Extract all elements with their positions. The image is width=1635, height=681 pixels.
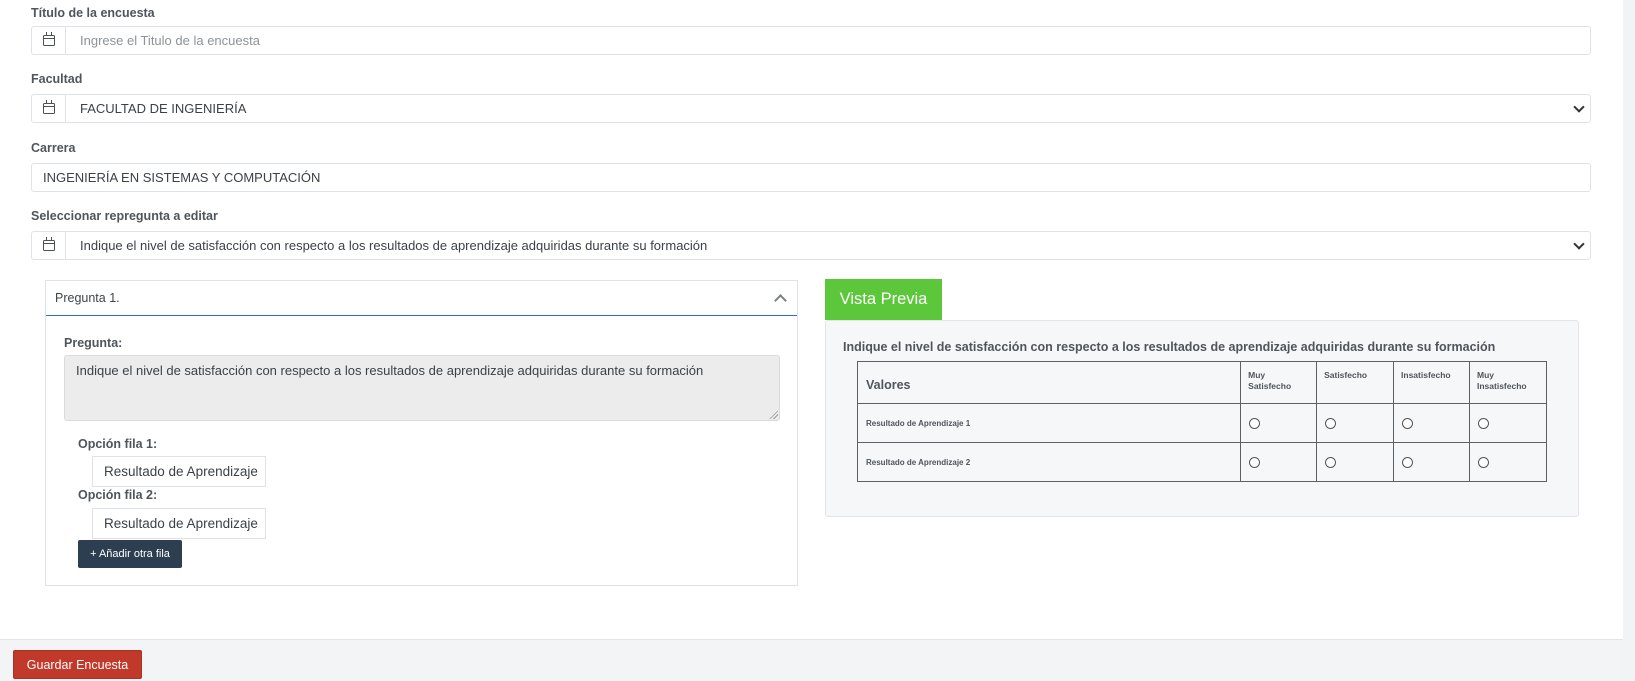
career-input[interactable]: INGENIERÍA EN SISTEMAS Y COMPUTACIÓN bbox=[31, 163, 1591, 192]
matrix-radio-cell bbox=[1469, 442, 1547, 482]
matrix-radio[interactable] bbox=[1478, 456, 1489, 468]
matrix-header-row: Valores Muy Satisfecho Satisfecho Insati… bbox=[856, 361, 1547, 404]
matrix-row: Resultado de Aprendizaje 2 bbox=[856, 442, 1547, 482]
form-footer bbox=[0, 639, 1623, 681]
question-label: Pregunta: bbox=[64, 336, 123, 350]
preview-matrix-table: Valores Muy Satisfecho Satisfecho Insati… bbox=[856, 361, 1547, 482]
row-option-input[interactable]: Resultado de Aprendizaje bbox=[92, 508, 266, 539]
matrix-header-values: Valores bbox=[856, 361, 1242, 404]
matrix-column-header: Satisfecho bbox=[1316, 361, 1395, 404]
faculty-selected-value: FACULTAD DE INGENIERÍA bbox=[80, 101, 247, 116]
row-option-label: Opción fila 2: bbox=[78, 488, 158, 502]
question-textarea[interactable]: Indique el nivel de satisfacción con res… bbox=[64, 355, 780, 421]
matrix-radio[interactable] bbox=[1249, 417, 1261, 429]
save-survey-button[interactable]: Guardar Encuesta bbox=[13, 650, 142, 679]
matrix-radio-cell bbox=[1316, 442, 1395, 482]
question-editor-card: Pregunta 1. Pregunta: Indique el nivel d… bbox=[45, 280, 798, 586]
matrix-column-header: Muy Insatisfecho bbox=[1469, 361, 1547, 404]
matrix-radio-cell bbox=[1469, 403, 1547, 443]
survey-title-input[interactable]: Ingrese el Titulo de la encuesta bbox=[31, 26, 1591, 55]
row-option-input[interactable]: Resultado de Aprendizaje bbox=[92, 456, 266, 487]
survey-title-label: Título de la encuesta bbox=[31, 6, 155, 20]
faculty-select[interactable]: FACULTAD DE INGENIERÍA bbox=[31, 94, 1591, 123]
matrix-row-label: Resultado de Aprendizaje 1 bbox=[856, 403, 1242, 443]
survey-title-addon bbox=[32, 27, 66, 54]
question-textarea-value: Indique el nivel de satisfacción con res… bbox=[76, 363, 704, 378]
preview-panel: Indique el nivel de satisfacción con res… bbox=[825, 320, 1579, 517]
matrix-radio[interactable] bbox=[1249, 456, 1261, 468]
matrix-radio-cell bbox=[1393, 442, 1470, 482]
preview-button[interactable]: Vista Previa bbox=[825, 279, 942, 320]
calendar-icon bbox=[42, 237, 55, 251]
matrix-radio-cell bbox=[1240, 403, 1318, 443]
faculty-label: Facultad bbox=[31, 72, 83, 86]
matrix-radio-cell bbox=[1316, 403, 1395, 443]
row-option-label: Opción fila 1: bbox=[78, 437, 158, 451]
career-value: INGENIERÍA EN SISTEMAS Y COMPUTACIÓN bbox=[43, 170, 321, 185]
matrix-radio[interactable] bbox=[1402, 456, 1414, 468]
question-card-header[interactable]: Pregunta 1. bbox=[46, 281, 797, 316]
matrix-row: Resultado de Aprendizaje 1 bbox=[856, 403, 1547, 443]
row-option-value: Resultado de Aprendizaje bbox=[104, 464, 258, 479]
question-card-title: Pregunta 1. bbox=[55, 291, 120, 305]
question-select-label: Seleccionar repregunta a editar bbox=[31, 209, 218, 223]
question-select[interactable]: Indique el nivel de satisfacción con res… bbox=[31, 231, 1591, 260]
matrix-row-label: Resultado de Aprendizaje 2 bbox=[856, 442, 1242, 482]
matrix-column-header: Muy Satisfecho bbox=[1240, 361, 1318, 404]
resize-grip-icon[interactable] bbox=[769, 410, 778, 419]
question-select-addon bbox=[32, 232, 66, 259]
matrix-radio[interactable] bbox=[1478, 417, 1489, 429]
page-scrollbar-track[interactable] bbox=[1623, 0, 1635, 681]
chevron-up-icon[interactable] bbox=[773, 291, 787, 305]
matrix-radio[interactable] bbox=[1325, 417, 1337, 429]
survey-title-placeholder: Ingrese el Titulo de la encuesta bbox=[80, 33, 260, 48]
chevron-down-icon bbox=[1568, 95, 1590, 122]
matrix-column-header: Insatisfecho bbox=[1393, 361, 1470, 404]
row-option-value: Resultado de Aprendizaje bbox=[104, 516, 258, 531]
preview-question: Indique el nivel de satisfacción con res… bbox=[843, 340, 1496, 354]
chevron-down-icon bbox=[1568, 232, 1590, 259]
calendar-icon bbox=[42, 32, 55, 46]
add-row-button[interactable]: + Añadir otra fila bbox=[78, 540, 182, 568]
calendar-icon bbox=[42, 100, 55, 114]
matrix-radio[interactable] bbox=[1325, 456, 1337, 468]
matrix-radio-cell bbox=[1240, 442, 1318, 482]
question-select-value: Indique el nivel de satisfacción con res… bbox=[80, 238, 708, 253]
matrix-radio[interactable] bbox=[1402, 417, 1414, 429]
matrix-radio-cell bbox=[1393, 403, 1470, 443]
career-label: Carrera bbox=[31, 141, 76, 155]
faculty-addon bbox=[32, 95, 66, 122]
